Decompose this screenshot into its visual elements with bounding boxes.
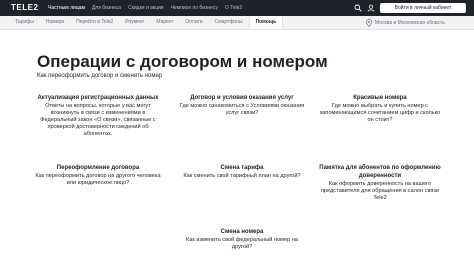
card-title[interactable]: Договор и условия оказания услуг xyxy=(178,94,306,102)
tab-roaming[interactable]: Роуминг xyxy=(119,16,150,29)
page-subtitle[interactable]: Как переоформить договор и сменить номер xyxy=(37,73,162,79)
tab-switch-to-tele2[interactable]: Перейти в Tele2 xyxy=(70,16,119,29)
search-icon[interactable] xyxy=(354,4,362,12)
card-body[interactable]: Как оформить доверенность на вашего пред… xyxy=(316,181,444,202)
tab-smartphones[interactable]: Смартфоны xyxy=(209,16,249,29)
card-tariff-change[interactable]: Смена тарифа Как сменить свой тарифный п… xyxy=(178,164,306,180)
card-title[interactable]: Красивые номера xyxy=(316,94,444,102)
card-body[interactable]: Как изменить свой федеральный номер на д… xyxy=(178,237,306,251)
page-title: Операции с договором и номером xyxy=(37,52,328,71)
top-nav-business[interactable]: Для бизнеса xyxy=(92,5,121,11)
card-title[interactable]: Смена номера xyxy=(178,228,306,236)
card-body[interactable]: Ответы на вопросы, которые у вас могут в… xyxy=(34,103,162,138)
tele2-logo[interactable]: TELE2 xyxy=(11,3,38,12)
card-beautiful-numbers[interactable]: Красивые номера Где можно выбрать и купи… xyxy=(316,94,444,124)
login-button[interactable]: Войти в личный кабинет xyxy=(380,3,466,13)
top-nav-about[interactable]: О Tele2 xyxy=(225,5,242,11)
card-contract-reissue[interactable]: Переоформление договора Как переоформить… xyxy=(34,164,162,187)
card-body[interactable]: Как переоформить договор на другого чело… xyxy=(34,173,162,187)
card-title[interactable]: Памятка для абонентов по оформлению дове… xyxy=(316,164,444,180)
region-label: Москва и Московская область xyxy=(375,20,445,26)
top-nav-private[interactable]: Частным лицам xyxy=(48,5,85,11)
tab-payment[interactable]: Оплата xyxy=(179,16,208,29)
tab-market[interactable]: Маркет xyxy=(150,16,179,29)
card-title[interactable]: Смена тарифа xyxy=(178,164,306,172)
card-title[interactable]: Актуализация регистрационных данных xyxy=(34,94,162,102)
user-icon[interactable] xyxy=(367,4,375,12)
tab-tariffs[interactable]: Тарифы xyxy=(9,16,40,29)
card-contract-terms[interactable]: Договор и условия оказания услуг Где мож… xyxy=(178,94,306,117)
sub-nav: Тарифы Номера Перейти в Tele2 Роуминг Ма… xyxy=(0,16,474,30)
top-nav: Частным лицам Для бизнеса Скидки и акции… xyxy=(48,5,242,11)
region-selector[interactable]: Москва и Московская область xyxy=(366,19,445,27)
top-nav-champion[interactable]: Чемпион по бизнесу xyxy=(171,5,218,11)
card-registration-data[interactable]: Актуализация регистрационных данных Отве… xyxy=(34,94,162,138)
card-number-change[interactable]: Смена номера Как изменить свой федеральн… xyxy=(178,228,306,251)
top-nav-promo[interactable]: Скидки и акции xyxy=(128,5,163,11)
card-power-of-attorney[interactable]: Памятка для абонентов по оформлению дове… xyxy=(316,164,444,202)
location-pin-icon xyxy=(366,19,372,27)
card-body[interactable]: Где можно ознакомиться с Условиями оказа… xyxy=(178,103,306,117)
tab-help[interactable]: Помощь xyxy=(248,16,284,29)
top-bar: TELE2 Частным лицам Для бизнеса Скидки и… xyxy=(0,0,474,16)
card-body[interactable]: Где можно выбрать и купить номер с запом… xyxy=(316,103,444,124)
card-title[interactable]: Переоформление договора xyxy=(34,164,162,172)
tab-numbers[interactable]: Номера xyxy=(40,16,70,29)
card-body[interactable]: Как сменить свой тарифный план на другой… xyxy=(178,173,306,180)
